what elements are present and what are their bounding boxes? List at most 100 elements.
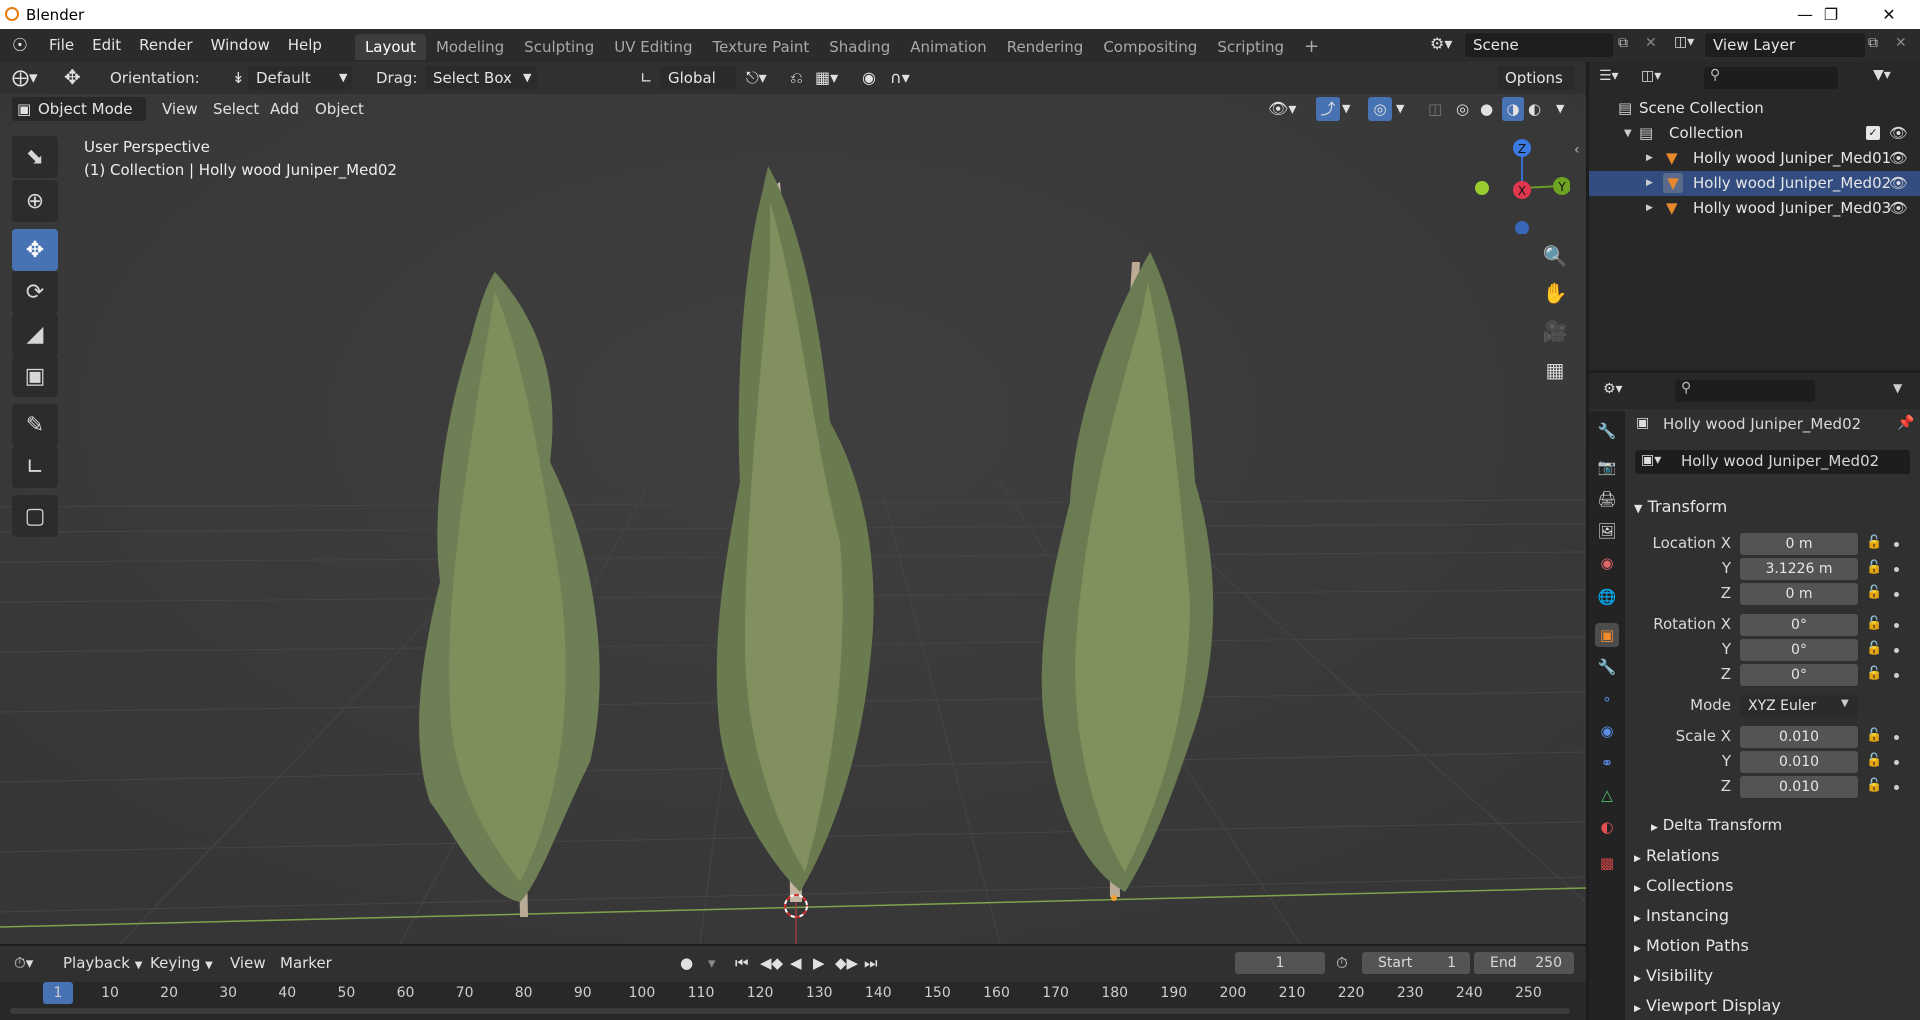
next-keyframe-icon[interactable]: ◆▶ — [835, 954, 858, 972]
tab-uv-editing[interactable]: UV Editing — [604, 34, 702, 60]
outliner-row-object[interactable]: ▶ ▼ Holly wood Juniper_Med03 👁 — [1589, 196, 1920, 221]
location-x-field[interactable]: 0 m — [1740, 533, 1858, 555]
gizmo-toggle-icon[interactable]: ⤴ — [1316, 97, 1340, 121]
motion-paths-section-header[interactable]: ▶ Motion Paths — [1634, 936, 1749, 955]
scale-y-field[interactable]: 0.010 — [1740, 751, 1858, 773]
modifiers-tab-icon[interactable]: 🔧 — [1595, 655, 1619, 679]
3d-viewport[interactable]: ⨁▾ ✥ Orientation: ↡ Default ▼ Drag: Sele… — [0, 62, 1586, 944]
pan-hand-icon[interactable]: ✋ — [1538, 276, 1572, 310]
visibility-section-header[interactable]: ▶ Visibility — [1634, 966, 1713, 985]
instancing-section-header[interactable]: ▶ Instancing — [1634, 906, 1729, 925]
sidebar-toggle-icon[interactable]: ‹ — [1574, 142, 1580, 158]
viewport-menu-select[interactable]: Select — [213, 97, 259, 121]
display-mode-icon[interactable]: ◫▾ — [1641, 68, 1661, 84]
keyframe-dot[interactable] — [1894, 623, 1899, 628]
jump-start-icon[interactable]: ⏮ — [735, 954, 749, 972]
camera-view-icon[interactable]: 🎥 — [1538, 314, 1572, 348]
tab-modeling[interactable]: Modeling — [426, 34, 514, 60]
render-tab-icon[interactable]: 📷 — [1595, 455, 1619, 479]
new-view-layer-icon[interactable]: ⧉ — [1868, 35, 1878, 51]
delete-view-layer-icon[interactable]: ✕ — [1895, 35, 1907, 51]
lock-icon[interactable]: 🔓 — [1866, 753, 1882, 768]
start-frame-field[interactable]: Start 1 — [1362, 952, 1470, 974]
menu-edit[interactable]: Edit — [83, 29, 130, 62]
navigation-gizmo[interactable]: Z Y X — [1470, 134, 1570, 234]
object-data-icon[interactable]: ▣▾ — [1641, 452, 1661, 468]
perspective-toggle-icon[interactable]: ▦ — [1538, 353, 1572, 387]
current-frame-field[interactable]: 1 — [1235, 952, 1325, 974]
view-layer-selector[interactable]: View Layer — [1705, 33, 1865, 57]
outliner-row-collection[interactable]: ▼ ▤ Collection ✓ 👁 — [1589, 121, 1920, 146]
expand-arrow-icon[interactable]: ▶ — [1646, 171, 1653, 196]
eye-icon[interactable]: 👁 — [1889, 171, 1908, 196]
options-dropdown[interactable]: Options — [1497, 66, 1575, 90]
play-reverse-icon[interactable]: ◀ — [790, 954, 802, 972]
annotate-tool-icon[interactable]: ✎ — [12, 404, 58, 446]
record-keyframe-icon[interactable]: ● — [680, 954, 693, 972]
object-tab-icon[interactable]: ▣ — [1595, 623, 1619, 647]
view-layer-tab-icon[interactable]: 🖼 — [1595, 519, 1619, 543]
menu-help[interactable]: Help — [279, 29, 331, 62]
auto-keying-icon[interactable]: ▾ — [708, 954, 716, 972]
restore-button[interactable]: ❐ — [1808, 0, 1854, 29]
lock-icon[interactable]: 🔓 — [1866, 585, 1882, 600]
rotation-x-field[interactable]: 0° — [1740, 614, 1858, 636]
zoom-icon[interactable]: 🔍 — [1538, 239, 1572, 273]
scale-x-field[interactable]: 0.010 — [1740, 726, 1858, 748]
playback-menu[interactable]: Playback ▼ — [63, 954, 142, 972]
delta-transform-header[interactable]: ▶ Delta Transform — [1651, 816, 1782, 834]
keying-menu[interactable]: Keying ▼ — [150, 954, 213, 972]
menu-file[interactable]: File — [40, 29, 83, 62]
exclude-checkbox[interactable]: ✓ — [1866, 126, 1880, 140]
marker-menu[interactable]: Marker — [280, 954, 332, 972]
viewport-menu-view[interactable]: View — [162, 97, 198, 121]
lock-icon[interactable]: 🔓 — [1866, 778, 1882, 793]
particles-tab-icon[interactable]: ∘ — [1595, 687, 1619, 711]
lock-icon[interactable]: 🔓 — [1866, 535, 1882, 550]
world-tab-icon[interactable]: 🌐 — [1595, 585, 1619, 609]
keyframe-dot[interactable] — [1894, 735, 1899, 740]
keyframe-dot[interactable] — [1894, 785, 1899, 790]
jump-end-icon[interactable]: ⏭ — [864, 954, 878, 972]
add-cube-tool-icon[interactable]: ▢ — [12, 495, 58, 537]
object-name-field[interactable]: ▣▾ Holly wood Juniper_Med02 — [1635, 450, 1910, 474]
collections-section-header[interactable]: ▶ Collections — [1634, 876, 1734, 895]
snap-icon[interactable]: ⎌ — [790, 66, 803, 90]
physics-tab-icon[interactable]: ◉ — [1595, 719, 1619, 743]
add-workspace-button[interactable]: + — [1294, 34, 1329, 60]
menu-render[interactable]: Render — [130, 29, 201, 62]
outliner-editor-icon[interactable]: ☰▾ — [1599, 68, 1619, 84]
blender-menu-icon[interactable]: ☉ — [0, 35, 40, 56]
lock-icon[interactable]: 🔓 — [1866, 616, 1882, 631]
eye-icon[interactable]: 👁 — [1889, 121, 1908, 146]
rotate-tool-icon[interactable]: ⟳ — [12, 271, 58, 313]
relations-section-header[interactable]: ▶ Relations — [1634, 846, 1720, 865]
scene-selector[interactable]: Scene — [1465, 33, 1613, 57]
snap-target-icon[interactable]: ▦▾ — [815, 66, 838, 90]
close-window-button[interactable]: ✕ — [1866, 0, 1912, 29]
menu-window[interactable]: Window — [202, 29, 279, 62]
outliner-row-object-active[interactable]: ▶ ▼ Holly wood Juniper_Med02 👁 — [1589, 171, 1920, 196]
timeline-editor-icon[interactable]: ⏱▾ — [14, 954, 33, 972]
outliner-search-input[interactable]: ⚲ — [1704, 67, 1838, 89]
gizmo-neg-z-handle[interactable] — [1515, 221, 1529, 234]
outliner-row-scene-collection[interactable]: ▤ Scene Collection — [1589, 96, 1920, 121]
scene-tab-icon[interactable]: ◉ — [1595, 551, 1619, 575]
properties-editor-icon[interactable]: ⚙▾ — [1603, 381, 1623, 397]
tab-scripting[interactable]: Scripting — [1207, 34, 1294, 60]
lock-icon[interactable]: 🔓 — [1866, 666, 1882, 681]
new-scene-icon[interactable]: ⧉ — [1618, 35, 1628, 51]
expand-arrow-icon[interactable]: ▶ — [1646, 196, 1653, 221]
tab-layout[interactable]: Layout — [354, 34, 426, 60]
expand-arrow-icon[interactable]: ▶ — [1646, 146, 1653, 171]
view-layer-icon[interactable]: ◫▾ — [1674, 34, 1694, 50]
location-z-field[interactable]: 0 m — [1740, 583, 1858, 605]
data-tab-icon[interactable]: △ — [1595, 783, 1619, 807]
keyframe-dot[interactable] — [1894, 648, 1899, 653]
previous-keyframe-icon[interactable]: ◀◆ — [760, 954, 783, 972]
end-frame-field[interactable]: End 250 — [1474, 952, 1574, 974]
outliner-row-object[interactable]: ▶ ▼ Holly wood Juniper_Med01 👁 — [1589, 146, 1920, 171]
transform-tool-icon[interactable]: ▣ — [12, 355, 58, 397]
lock-icon[interactable]: 🔓 — [1866, 641, 1882, 656]
xray-icon[interactable]: ◫ — [1428, 97, 1442, 121]
